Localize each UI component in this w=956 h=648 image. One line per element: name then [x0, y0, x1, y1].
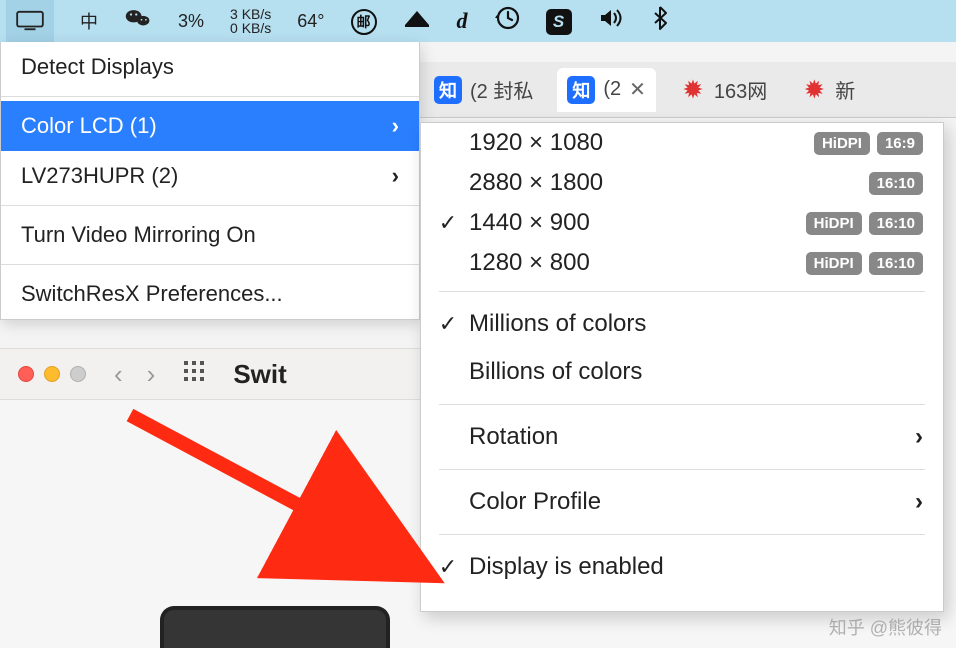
browser-tab[interactable]: ✹ 新	[791, 68, 865, 112]
rotation-item[interactable]: Rotation ›	[421, 413, 943, 461]
resolution-2880x1800[interactable]: 2880 × 1800 16:10	[421, 163, 943, 203]
bluetooth-icon[interactable]	[652, 5, 668, 37]
display-color-lcd-item[interactable]: Color LCD (1) ›	[1, 101, 419, 151]
aspect-badge: 16:10	[869, 252, 923, 275]
tab-label: 新	[835, 75, 855, 104]
hidpi-badge: HiDPI	[814, 132, 870, 155]
billions-colors-item[interactable]: Billions of colors	[421, 348, 943, 396]
aspect-badge: 16:9	[877, 132, 923, 155]
menu-item-label: Display is enabled	[469, 553, 664, 581]
tab-label: (2	[603, 78, 621, 101]
menu-separator	[1, 96, 419, 97]
checkmark-icon: ✓	[427, 311, 469, 337]
menu-item-label: Millions of colors	[469, 310, 646, 338]
nav-arrows: ‹ ›	[114, 359, 155, 390]
netease-icon: ✹	[680, 77, 706, 103]
netease-icon: ✹	[801, 77, 827, 103]
browser-tab[interactable]: 知 (2 封私	[424, 68, 543, 112]
window-title: Swit	[233, 359, 286, 390]
menu-separator	[439, 291, 925, 292]
mail-icon[interactable]: 邮	[351, 7, 377, 35]
resolution-1920x1080[interactable]: 1920 × 1080 HiDPI 16:9	[421, 123, 943, 163]
browser-tab[interactable]: ✹ 163网	[670, 68, 777, 112]
zoom-window-button[interactable]	[70, 366, 86, 382]
resolution-label: 1280 × 800	[469, 249, 806, 277]
zhihu-icon: 知	[567, 76, 595, 104]
menu-item-label: Detect Displays	[21, 54, 174, 80]
tab-label: 163网	[714, 75, 767, 104]
minimize-window-button[interactable]	[44, 366, 60, 382]
menu-bar: 中 3% 3 KB/s 0 KB/s 64° 邮 d S	[0, 0, 956, 42]
chevron-right-icon: ›	[392, 113, 399, 139]
browser-tab-active[interactable]: 知 (2 ✕	[557, 68, 656, 112]
menu-item-label: Turn Video Mirroring On	[21, 222, 256, 248]
checkmark-icon: ✓	[427, 554, 469, 580]
menu-separator	[1, 264, 419, 265]
battery-percent[interactable]: 3%	[178, 11, 204, 32]
volume-icon[interactable]	[598, 7, 626, 35]
d-app-icon[interactable]: d	[457, 8, 468, 34]
time-machine-icon[interactable]	[494, 5, 520, 37]
color-profile-item[interactable]: Color Profile ›	[421, 478, 943, 526]
display-lv273-item[interactable]: LV273HUPR (2) ›	[1, 151, 419, 201]
zhihu-icon: 知	[434, 76, 462, 104]
finder-toolbar: ‹ › Swit	[0, 348, 420, 400]
menu-item-label: Rotation	[469, 423, 558, 451]
back-button[interactable]: ‹	[114, 359, 123, 390]
menu-separator	[439, 469, 925, 470]
checkmark-icon: ✓	[427, 210, 469, 236]
s-app-icon[interactable]: S	[546, 7, 572, 35]
chevron-right-icon: ›	[915, 488, 923, 516]
tab-label: (2 封私	[470, 75, 533, 104]
menu-item-label: LV273HUPR (2)	[21, 163, 178, 189]
switchresx-prefs-item[interactable]: SwitchResX Preferences...	[1, 269, 419, 319]
wechat-icon[interactable]	[124, 7, 152, 35]
display-dropdown-menu: Detect Displays Color LCD (1) › LV273HUP…	[0, 42, 420, 320]
display-menu-icon[interactable]	[6, 0, 54, 42]
aspect-badge: 16:10	[869, 212, 923, 235]
video-mirroring-item[interactable]: Turn Video Mirroring On	[1, 210, 419, 260]
view-grid-icon[interactable]	[183, 360, 205, 388]
watermark-text: 知乎 @熊彼得	[829, 614, 942, 640]
resolution-label: 2880 × 1800	[469, 169, 869, 197]
close-icon[interactable]: ✕	[629, 77, 646, 102]
resolution-label: 1440 × 900	[469, 209, 806, 237]
chevron-right-icon: ›	[392, 163, 399, 189]
display-enabled-item[interactable]: ✓ Display is enabled	[421, 543, 943, 591]
menu-item-label: Color LCD (1)	[21, 113, 157, 139]
menu-item-label: SwitchResX Preferences...	[21, 281, 283, 307]
detect-displays-item[interactable]: Detect Displays	[1, 42, 419, 92]
window-traffic-lights	[18, 366, 86, 382]
dock-widget	[160, 606, 390, 648]
resolution-label: 1920 × 1080	[469, 129, 814, 157]
menu-item-label: Color Profile	[469, 488, 601, 516]
resolution-1280x800[interactable]: 1280 × 800 HiDPI 16:10	[421, 243, 943, 283]
net-download: 0 KB/s	[230, 21, 271, 35]
net-upload: 3 KB/s	[230, 7, 271, 21]
forward-button[interactable]: ›	[147, 359, 156, 390]
hidpi-badge: HiDPI	[806, 212, 862, 235]
monitor-icon	[15, 10, 45, 32]
desktop-icon[interactable]	[403, 7, 431, 35]
menu-separator	[1, 205, 419, 206]
hidpi-badge: HiDPI	[806, 252, 862, 275]
chevron-right-icon: ›	[915, 423, 923, 451]
menu-separator	[439, 404, 925, 405]
menu-item-label: Billions of colors	[469, 358, 642, 386]
menu-separator	[439, 534, 925, 535]
resolution-submenu: 1920 × 1080 HiDPI 16:9 2880 × 1800 16:10…	[420, 122, 944, 612]
millions-colors-item[interactable]: ✓ Millions of colors	[421, 300, 943, 348]
aspect-badge: 16:10	[869, 172, 923, 195]
temperature-indicator[interactable]: 64°	[297, 11, 324, 32]
input-method-indicator[interactable]: 中	[80, 8, 98, 34]
browser-tab-bar: 知 (2 封私 知 (2 ✕ ✹ 163网 ✹ 新	[420, 62, 956, 118]
network-speed-indicator[interactable]: 3 KB/s 0 KB/s	[230, 7, 271, 35]
close-window-button[interactable]	[18, 366, 34, 382]
resolution-1440x900[interactable]: ✓ 1440 × 900 HiDPI 16:10	[421, 203, 943, 243]
